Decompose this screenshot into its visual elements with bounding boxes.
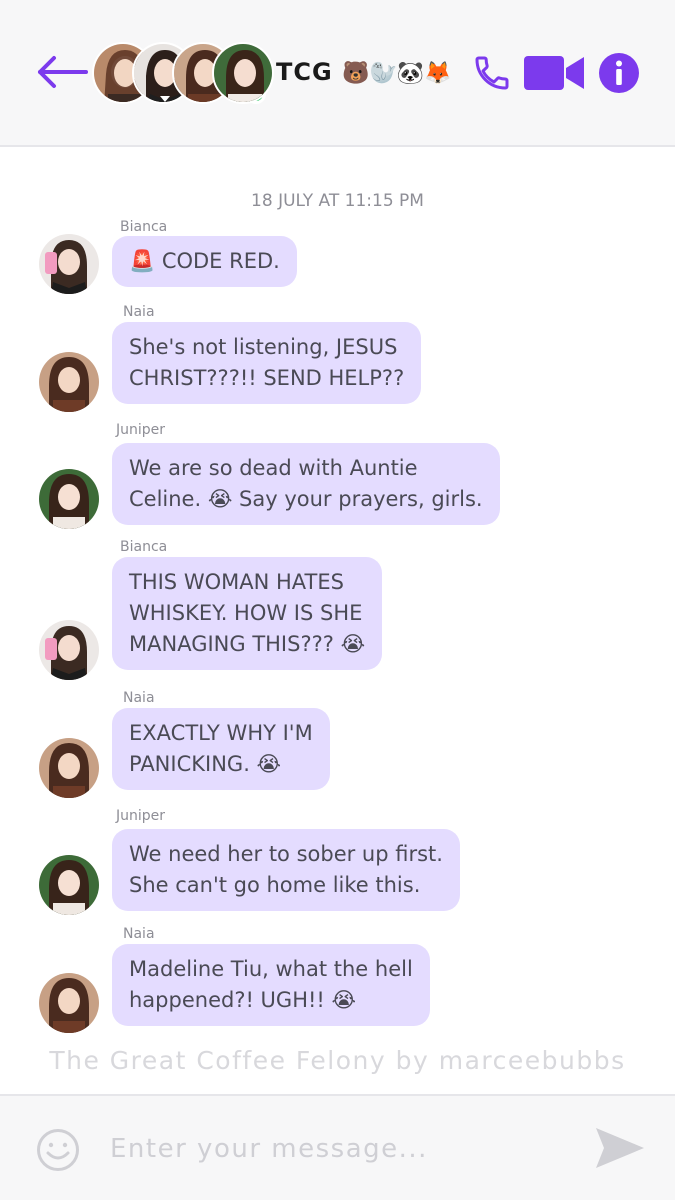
send-icon[interactable]: [594, 1126, 646, 1170]
video-camera-icon[interactable]: [522, 52, 586, 94]
message-sender-name: Naia: [123, 926, 155, 942]
message-sender-name: Juniper: [116, 808, 166, 824]
sender-avatar[interactable]: [39, 973, 99, 1033]
group-name: TCG: [276, 58, 333, 86]
message-bubble[interactable]: We need her to sober up first. She can't…: [112, 829, 460, 911]
group-avatar-stack[interactable]: [92, 42, 274, 104]
group-title[interactable]: TCG 🐻🦭🐼🦊: [276, 58, 452, 86]
message-sender-name: Naia: [123, 304, 155, 320]
info-icon[interactable]: [598, 52, 640, 94]
sender-avatar[interactable]: [39, 352, 99, 412]
message-sender-name: Bianca: [120, 219, 168, 235]
member-avatar: [212, 42, 274, 104]
smiley-icon[interactable]: [36, 1128, 80, 1172]
sender-avatar[interactable]: [39, 855, 99, 915]
sender-avatar[interactable]: [39, 234, 99, 294]
message-bubble[interactable]: She's not listening, JESUS CHRIST???!! S…: [112, 322, 422, 404]
message-sender-name: Naia: [123, 690, 155, 706]
message-input[interactable]: [110, 1124, 570, 1174]
message-composer: [0, 1094, 675, 1200]
message-sender-name: Juniper: [116, 422, 166, 438]
message-bubble[interactable]: Madeline Tiu, what the hell happened?! U…: [112, 944, 430, 1026]
message-sender-name: Bianca: [120, 539, 168, 555]
sender-avatar[interactable]: [39, 738, 99, 798]
message-bubble[interactable]: THIS WOMAN HATES WHISKEY. HOW IS SHE MAN…: [112, 557, 383, 670]
chat-header: TCG 🐻🦭🐼🦊: [0, 0, 675, 147]
message-bubble[interactable]: EXACTLY WHY I'M PANICKING. 😭: [112, 708, 330, 790]
message-bubble[interactable]: We are so dead with Auntie Celine. 😭 Say…: [112, 443, 500, 525]
message-bubble[interactable]: 🚨 CODE RED.: [112, 236, 297, 287]
back-arrow-icon[interactable]: [36, 54, 90, 90]
conversation-timestamp: 18 JULY AT 11:15 PM: [251, 191, 424, 211]
story-credit: The Great Coffee Felony by marceebubbs: [49, 1046, 626, 1075]
group-name-emojis: 🐻🦭🐼🦊: [342, 61, 452, 86]
sender-avatar[interactable]: [39, 620, 99, 680]
phone-icon[interactable]: [472, 53, 512, 93]
sender-avatar[interactable]: [39, 469, 99, 529]
